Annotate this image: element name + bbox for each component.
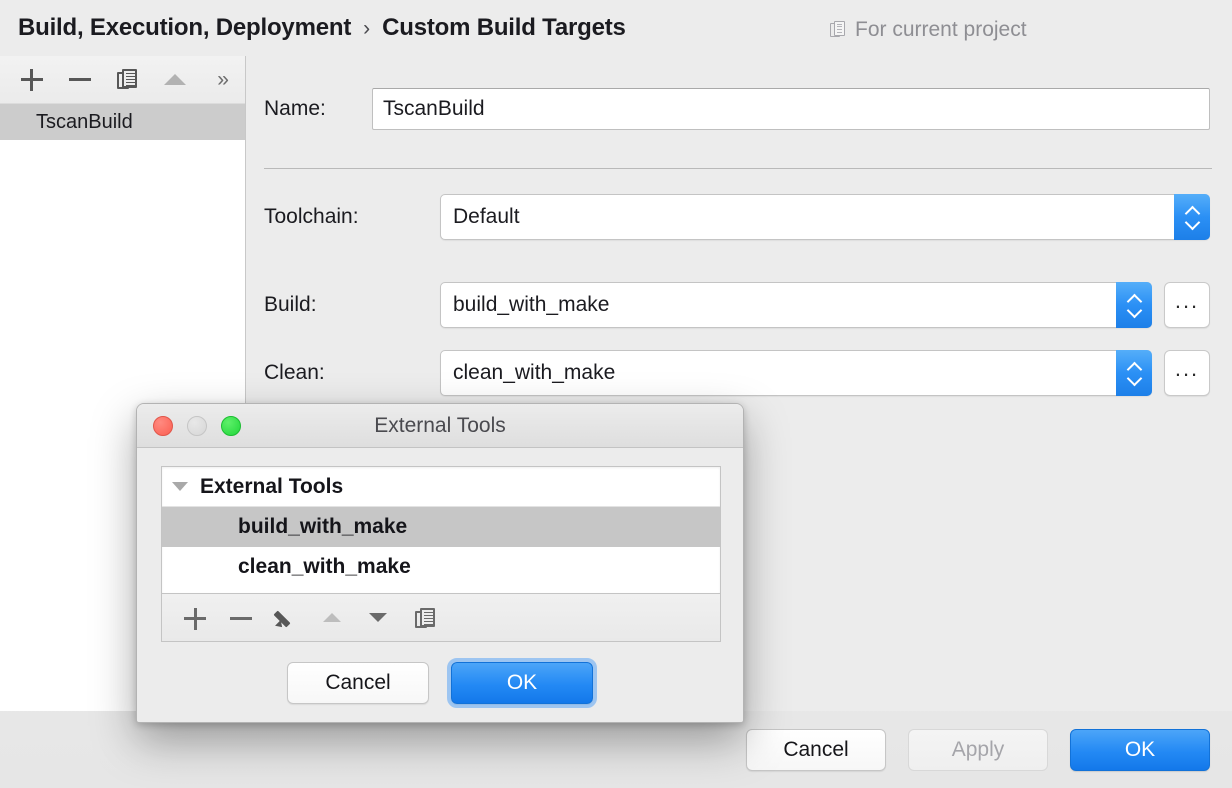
more-options-button[interactable]: » [201,60,245,100]
dialog-ok-button[interactable]: OK [451,662,593,704]
triangle-up-icon [323,613,341,622]
build-label: Build: [264,293,440,317]
remove-tool-button[interactable] [222,600,258,636]
add-target-button[interactable] [10,60,54,100]
clean-stepper[interactable] [1116,350,1152,396]
tree-item-label: clean_with_make [238,555,411,579]
plus-icon [21,69,43,91]
chevron-down-icon [1186,219,1199,227]
list-item[interactable]: TscanBuild [0,104,245,140]
dialog-title: External Tools [137,414,743,438]
plus-icon [184,608,204,628]
tree-item-label: build_with_make [238,515,407,539]
copy-icon [415,608,433,628]
settings-header: Build, Execution, Deployment › Custom Bu… [0,0,1232,56]
add-tool-button[interactable] [176,600,212,636]
name-input[interactable]: TscanBuild [372,88,1210,130]
pencil-icon [275,607,297,629]
chevron-down-icon [1128,375,1141,383]
tree-toolbar [161,594,721,642]
breadcrumb-item-1: Custom Build Targets [382,14,626,42]
toolchain-value: Default [453,205,520,229]
dialog-footer: Cancel OK [137,644,743,722]
tree-item-row[interactable]: clean_with_make [162,547,720,587]
move-up-target-button[interactable] [153,60,197,100]
breadcrumb: Build, Execution, Deployment › Custom Bu… [0,14,626,42]
form-divider [264,168,1212,169]
tree-root-row[interactable]: External Tools [162,467,720,507]
minus-icon [69,69,91,91]
triangle-down-icon [369,613,387,622]
clean-field-row: Clean: clean_with_make ... [264,350,1210,396]
build-value: build_with_make [453,293,609,317]
dialog-titlebar[interactable]: External Tools [137,404,743,448]
breadcrumb-item-0[interactable]: Build, Execution, Deployment [18,14,351,42]
minus-icon [230,608,250,628]
toolchain-field-row: Toolchain: Default [264,194,1210,240]
triangle-up-icon [164,74,186,85]
edit-tool-button[interactable] [268,600,304,636]
ok-button[interactable]: OK [1070,729,1210,771]
build-field-row: Build: build_with_make ... [264,282,1210,328]
copy-icon [117,69,137,91]
clean-browse-button[interactable]: ... [1164,350,1210,396]
remove-target-button[interactable] [58,60,102,100]
copy-target-button[interactable] [106,60,150,100]
breadcrumb-separator: › [363,17,370,41]
targets-toolbar: » [0,56,245,104]
project-scope-indicator: For current project [830,18,1027,42]
name-label: Name: [264,97,372,121]
cancel-button[interactable]: Cancel [746,729,886,771]
build-browse-button[interactable]: ... [1164,282,1210,328]
clean-value: clean_with_make [453,361,615,385]
copy-tool-button[interactable] [406,600,442,636]
project-scope-icon [830,21,847,39]
name-field-row: Name: TscanBuild [264,88,1210,130]
chevron-down-icon [1128,307,1141,315]
tree-root-label: External Tools [200,475,343,499]
apply-button[interactable]: Apply [908,729,1048,771]
clean-label: Clean: [264,361,440,385]
dialog-cancel-button[interactable]: Cancel [287,662,429,704]
tree-item-row[interactable]: build_with_make [162,507,720,547]
build-stepper[interactable] [1116,282,1152,328]
list-item-label: TscanBuild [36,111,133,134]
toolchain-stepper[interactable] [1174,194,1210,240]
build-combobox[interactable]: build_with_make [440,282,1152,328]
toolchain-label: Toolchain: [264,205,440,229]
settings-window: Build, Execution, Deployment › Custom Bu… [0,0,1232,788]
external-tools-tree: External Tools build_with_make clean_wit… [161,466,721,594]
project-scope-label: For current project [855,18,1027,42]
external-tools-dialog: External Tools External Tools build_with… [136,403,744,723]
move-down-tool-button[interactable] [360,600,396,636]
toolchain-combobox[interactable]: Default [440,194,1210,240]
chevrons-right-icon: » [217,69,229,90]
triangle-down-icon[interactable] [172,482,188,491]
clean-combobox[interactable]: clean_with_make [440,350,1152,396]
move-up-tool-button[interactable] [314,600,350,636]
